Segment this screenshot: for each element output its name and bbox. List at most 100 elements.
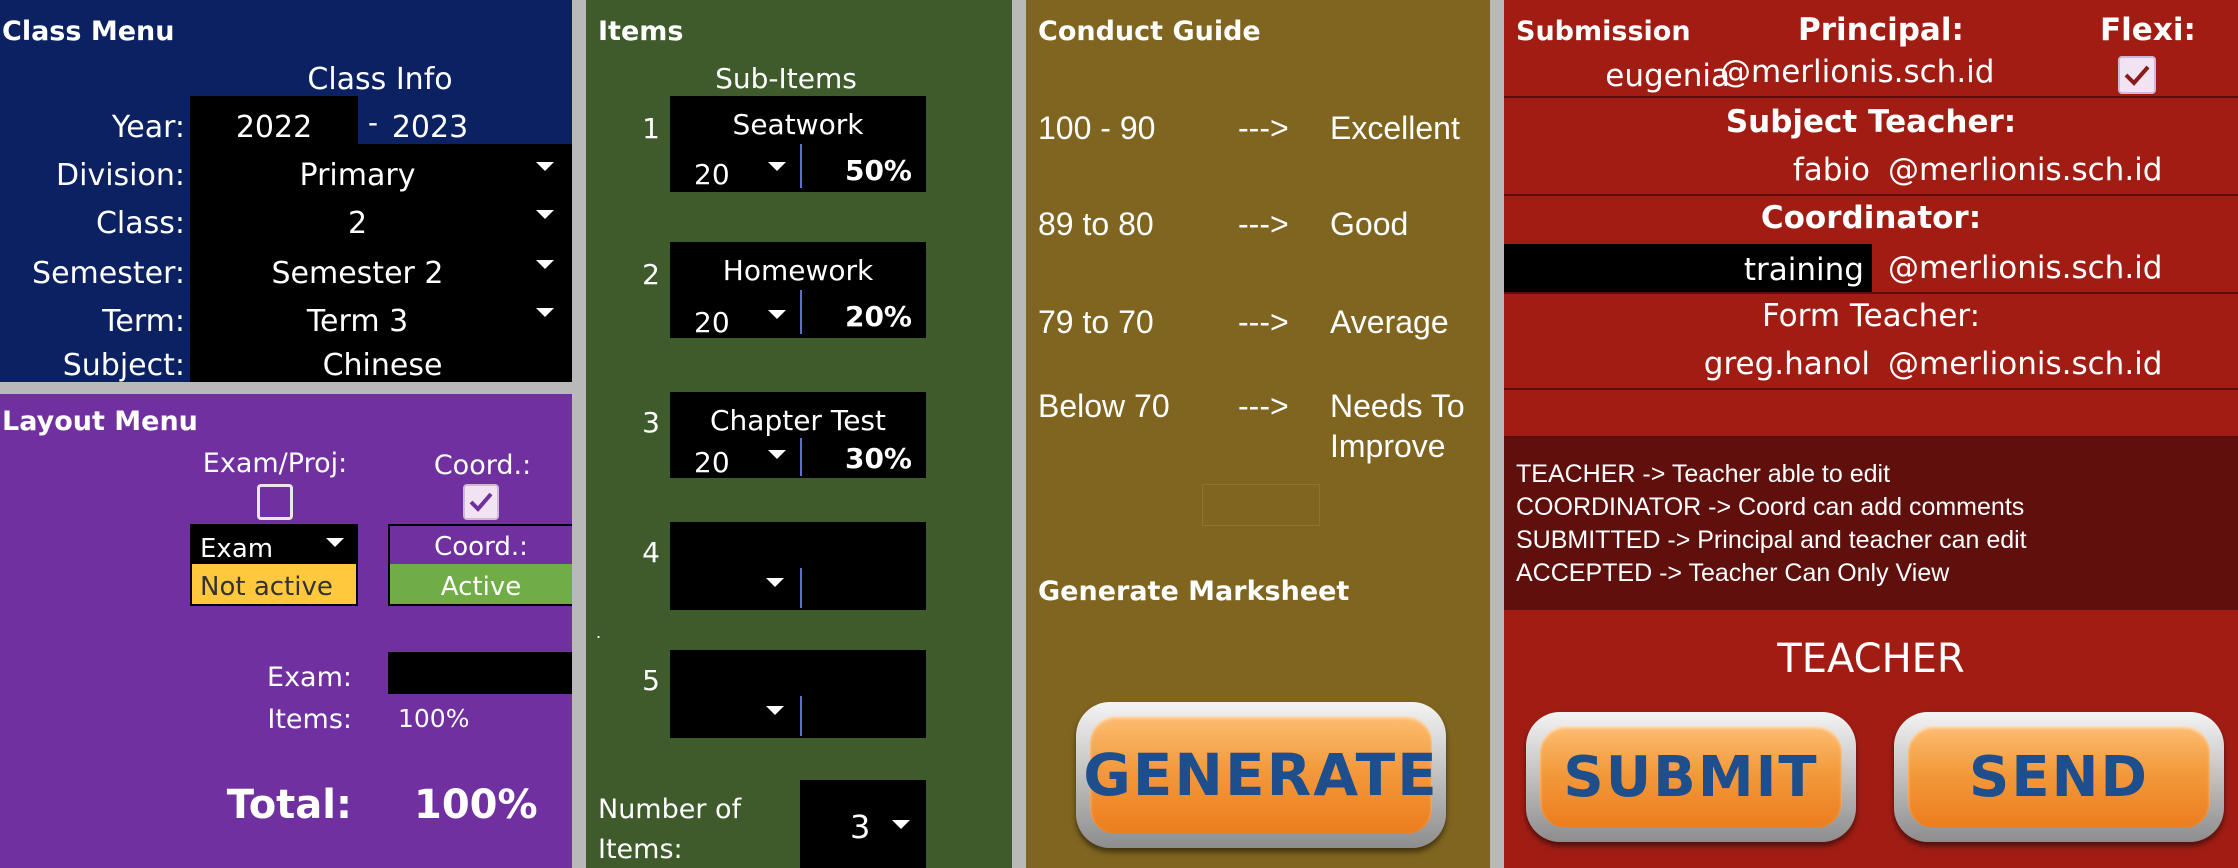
coord-select-value: Coord.: [434, 532, 528, 562]
year-start-cell[interactable]: 2022 [190, 96, 358, 145]
form-teacher-user-input[interactable]: greg.hanol [1650, 346, 1870, 382]
conduct-grade: Needs To [1330, 388, 1465, 424]
semester-dropdown-icon[interactable] [536, 260, 554, 269]
term-dropdown-icon[interactable] [536, 308, 554, 317]
item-count[interactable]: 20 [694, 306, 730, 339]
conduct-grade: Excellent [1330, 110, 1460, 146]
items-title: Items [598, 16, 684, 47]
item-row-homework[interactable]: Homework 20 20% [670, 242, 926, 339]
year-end-value[interactable]: 2023 [380, 110, 480, 145]
year-label: Year: [111, 110, 185, 145]
item-name[interactable]: Chapter Test [670, 404, 926, 437]
item-row-empty[interactable] [670, 522, 926, 610]
item-number: 5 [642, 664, 660, 697]
exam-weight-input[interactable] [388, 652, 572, 694]
subject-select[interactable]: Chinese [270, 348, 495, 382]
coordinator-label: Coordinator: [1760, 200, 1982, 236]
conduct-arrow: ---> [1238, 388, 1289, 424]
coord-select-box[interactable]: Coord.: Active [388, 524, 572, 606]
coordinator-domain: @merlionis.sch.id [1888, 250, 2163, 286]
item-row-seatwork[interactable]: Seatwork 20 50% [670, 96, 926, 192]
exam-proj-checkbox[interactable] [257, 484, 293, 520]
conduct-arrow: ---> [1238, 110, 1289, 146]
generate-marksheet-header: Generate Marksheet [1038, 576, 1350, 607]
division-dropdown-icon[interactable] [536, 162, 554, 171]
coord-status-badge: Active [390, 564, 572, 604]
number-of-items-label: Number of Items: [598, 790, 741, 868]
flexi-checkbox[interactable] [2118, 56, 2156, 94]
principal-domain: @merlionis.sch.id [1720, 54, 1995, 90]
conduct-range: 79 to 70 [1038, 304, 1154, 340]
flexi-label: Flexi: [2100, 12, 2196, 48]
form-teacher-label: Form Teacher: [1761, 298, 1981, 334]
subject-teacher-user-input[interactable]: fabio [1700, 152, 1870, 188]
item-count-dropdown-icon[interactable] [766, 578, 784, 587]
submit-button[interactable]: SUBMIT [1526, 712, 1856, 842]
legend-line: ACCEPTED -> Teacher Can Only View [1516, 559, 1950, 587]
principal-user-input[interactable]: eugenia [1580, 58, 1730, 94]
item-count-dropdown-icon[interactable] [768, 162, 786, 171]
number-of-items-dropdown-icon[interactable] [892, 820, 910, 829]
item-row-chapter-test[interactable]: Chapter Test 20 30% [670, 392, 926, 479]
submission-title: Submission [1516, 16, 1691, 47]
class-dropdown-icon[interactable] [536, 210, 554, 219]
item-name[interactable]: Homework [670, 254, 926, 287]
item-divider [800, 438, 802, 476]
year-separator: - [368, 106, 378, 139]
status-text: TEACHER [1777, 636, 1965, 682]
send-button-face[interactable]: SEND [1908, 726, 2210, 828]
stray-dot: . [596, 622, 602, 642]
number-of-items-label-line2: Items: [598, 834, 683, 865]
generate-button[interactable]: GENERATE [1076, 702, 1446, 848]
coord-select[interactable]: Coord.: [390, 526, 572, 564]
item-name[interactable]: Seatwork [670, 108, 926, 141]
exam-weight-label: Exam: [267, 662, 352, 693]
items-weight-value: 100% [398, 704, 470, 733]
class-info-header: Class Info [307, 62, 453, 97]
item-count[interactable]: 20 [694, 446, 730, 479]
empty-cell [1202, 484, 1320, 526]
term-label: Term: [102, 304, 185, 339]
semester-select[interactable]: Semester 2 [250, 256, 465, 291]
item-count-dropdown-icon[interactable] [768, 450, 786, 459]
total-label: Total: [226, 782, 352, 828]
conduct-guide-title: Conduct Guide [1038, 16, 1261, 47]
divider [1504, 292, 2238, 294]
item-count[interactable]: 20 [694, 158, 730, 191]
conduct-grade: Good [1330, 206, 1409, 242]
term-select[interactable]: Term 3 [250, 304, 465, 339]
division-label: Division: [56, 158, 185, 193]
send-button[interactable]: SEND [1894, 712, 2224, 842]
exam-select-box[interactable]: Exam Not active [190, 524, 358, 606]
item-percent: 30% [844, 442, 912, 475]
coord-checkbox[interactable] [463, 484, 499, 520]
number-of-items-select[interactable]: 3 [800, 780, 926, 868]
divider [1504, 96, 2238, 98]
item-count-dropdown-icon[interactable] [766, 706, 784, 715]
subject-teacher-label: Subject Teacher: [1725, 104, 2017, 140]
legend-line: TEACHER -> Teacher able to edit [1516, 460, 1891, 488]
submit-button-face[interactable]: SUBMIT [1540, 726, 1842, 828]
legend-line: COORDINATOR -> Coord can add comments [1516, 493, 2025, 521]
coordinator-user-input[interactable]: training [1504, 244, 1872, 292]
exam-dropdown-icon[interactable] [326, 538, 344, 547]
form-teacher-domain: @merlionis.sch.id [1888, 346, 2163, 382]
class-menu-panel: Class Menu Class Info Year: 2022 - 2023 … [0, 0, 572, 382]
exam-select[interactable]: Exam [192, 526, 356, 564]
class-select[interactable]: 2 [250, 206, 465, 241]
item-count-dropdown-icon[interactable] [768, 310, 786, 319]
principal-label: Principal: [1798, 12, 1964, 48]
item-number: 4 [642, 536, 660, 569]
conduct-range: 89 to 80 [1038, 206, 1154, 242]
exam-proj-label: Exam/Proj: [202, 448, 348, 479]
generate-button-face[interactable]: GENERATE [1083, 716, 1437, 834]
coord-label: Coord.: [433, 450, 532, 481]
division-select[interactable]: Primary [250, 158, 465, 193]
item-row-empty[interactable] [670, 650, 926, 738]
status-legend: TEACHER -> Teacher able to edit COORDINA… [1504, 438, 2238, 610]
legend-line: SUBMITTED -> Principal and teacher can e… [1516, 526, 2027, 554]
divider [1504, 388, 2238, 390]
item-divider [800, 290, 802, 334]
conduct-arrow: ---> [1238, 206, 1289, 242]
exam-status-text: Not active [200, 572, 333, 602]
